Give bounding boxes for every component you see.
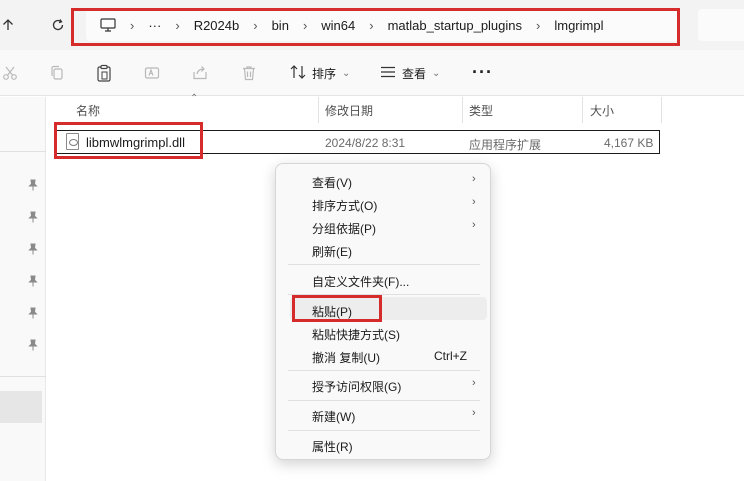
menu-item-properties[interactable]: 属性(R) [312,438,353,455]
chevron-right-icon: › [130,17,135,33]
sort-icon [290,64,306,82]
undo-shortcut-label: Ctrl+Z [434,349,467,363]
chevron-right-icon: › [302,17,308,33]
file-modified: 2024/8/22 8:31 [325,136,406,150]
file-size: 4,167 KB [604,136,654,150]
up-arrow-icon[interactable] [0,13,20,37]
cut-icon[interactable] [0,63,20,83]
sort-label: 排序 [312,66,337,81]
breadcrumb-bin[interactable]: bin [272,18,289,33]
column-header-size[interactable]: 大小 [590,97,614,123]
file-type: 应用程序扩展 [469,138,542,152]
address-bar-row: › ··· › R2024b › bin › win64 › matlab_st… [0,0,744,50]
search-box[interactable] [698,9,744,41]
column-divider[interactable] [318,97,319,123]
column-header-modified[interactable]: 修改日期 [325,97,373,123]
chevron-right-icon: › [472,196,476,208]
more-options-button[interactable]: ··· [472,62,493,83]
column-divider[interactable] [661,97,662,123]
sort-ascending-icon: ⌃ [190,93,199,104]
menu-item-paste[interactable]: 粘贴(P) [312,303,352,320]
menu-divider [288,264,480,265]
breadcrumb-r2024b[interactable]: R2024b [194,18,240,33]
navigation-pane [0,97,46,481]
pin-icon[interactable] [28,179,40,191]
chevron-right-icon: › [536,17,541,33]
nav-item-selected[interactable] [0,391,42,423]
pin-icon[interactable] [28,307,40,319]
chevron-right-icon: › [472,219,476,231]
address-ellipsis[interactable]: ··· [148,18,161,33]
menu-item-paste-shortcut[interactable]: 粘贴快捷方式(S) [312,326,400,343]
menu-item-sort[interactable]: 排序方式(O) [312,197,377,214]
nav-divider [0,151,46,152]
pin-icon[interactable] [28,243,40,255]
menu-item-customize-folder[interactable]: 自定义文件夹(F)... [312,273,409,290]
column-header-name[interactable]: 名称 [76,97,100,123]
column-divider[interactable] [582,97,583,123]
pin-icon[interactable] [28,211,40,223]
command-bar: 排序 ⌄ 查看 ⌄ ··· [0,50,744,96]
dll-file-icon [66,133,79,150]
menu-divider [288,430,480,431]
chevron-right-icon: › [175,17,180,33]
delete-icon[interactable] [239,63,259,83]
menu-item-refresh[interactable]: 刷新(E) [312,243,352,260]
menu-item-new[interactable]: 新建(W) [312,408,355,425]
breadcrumb-matlab-startup-plugins[interactable]: matlab_startup_plugins [388,18,522,33]
pin-icon[interactable] [28,275,40,287]
chevron-right-icon: › [472,377,476,389]
menu-item-undo-copy[interactable]: 撤消 复制(U) [312,349,380,366]
menu-item-group[interactable]: 分组依据(P) [312,220,376,237]
view-button[interactable]: 查看 ⌄ [380,62,440,84]
view-label: 查看 [402,66,427,81]
chevron-down-icon: ⌄ [342,67,351,79]
context-menu: 查看(V) › 排序方式(O) › 分组依据(P) › 刷新(E) 自定义文件夹… [275,163,491,460]
refresh-icon[interactable] [46,13,70,37]
chevron-right-icon: › [472,173,476,185]
share-icon[interactable] [190,63,210,83]
chevron-right-icon: › [369,17,374,33]
view-icon [380,65,396,81]
chevron-right-icon: › [253,17,258,33]
menu-item-view[interactable]: 查看(V) [312,174,352,191]
address-bar[interactable]: › ··· › R2024b › bin › win64 › matlab_st… [86,9,680,41]
column-header-type[interactable]: 类型 [469,97,493,123]
chevron-right-icon: › [472,407,476,419]
menu-item-give-access[interactable]: 授予访问权限(G) [312,378,401,395]
copy-icon[interactable] [47,63,67,83]
breadcrumb-lmgrimpl[interactable]: lmgrimpl [554,18,603,33]
rename-icon[interactable] [142,63,162,83]
computer-icon[interactable] [100,18,116,32]
menu-divider [288,370,480,371]
sort-button[interactable]: 排序 ⌄ [290,62,350,84]
file-name: libmwlmgrimpl.dll [86,135,185,150]
menu-divider [288,294,480,295]
chevron-down-icon: ⌄ [432,67,441,79]
nav-divider [0,376,46,377]
column-divider[interactable] [462,97,463,123]
pin-icon[interactable] [28,339,40,351]
breadcrumb-win64[interactable]: win64 [321,18,355,33]
paste-icon[interactable] [94,63,114,83]
menu-divider [288,400,480,401]
